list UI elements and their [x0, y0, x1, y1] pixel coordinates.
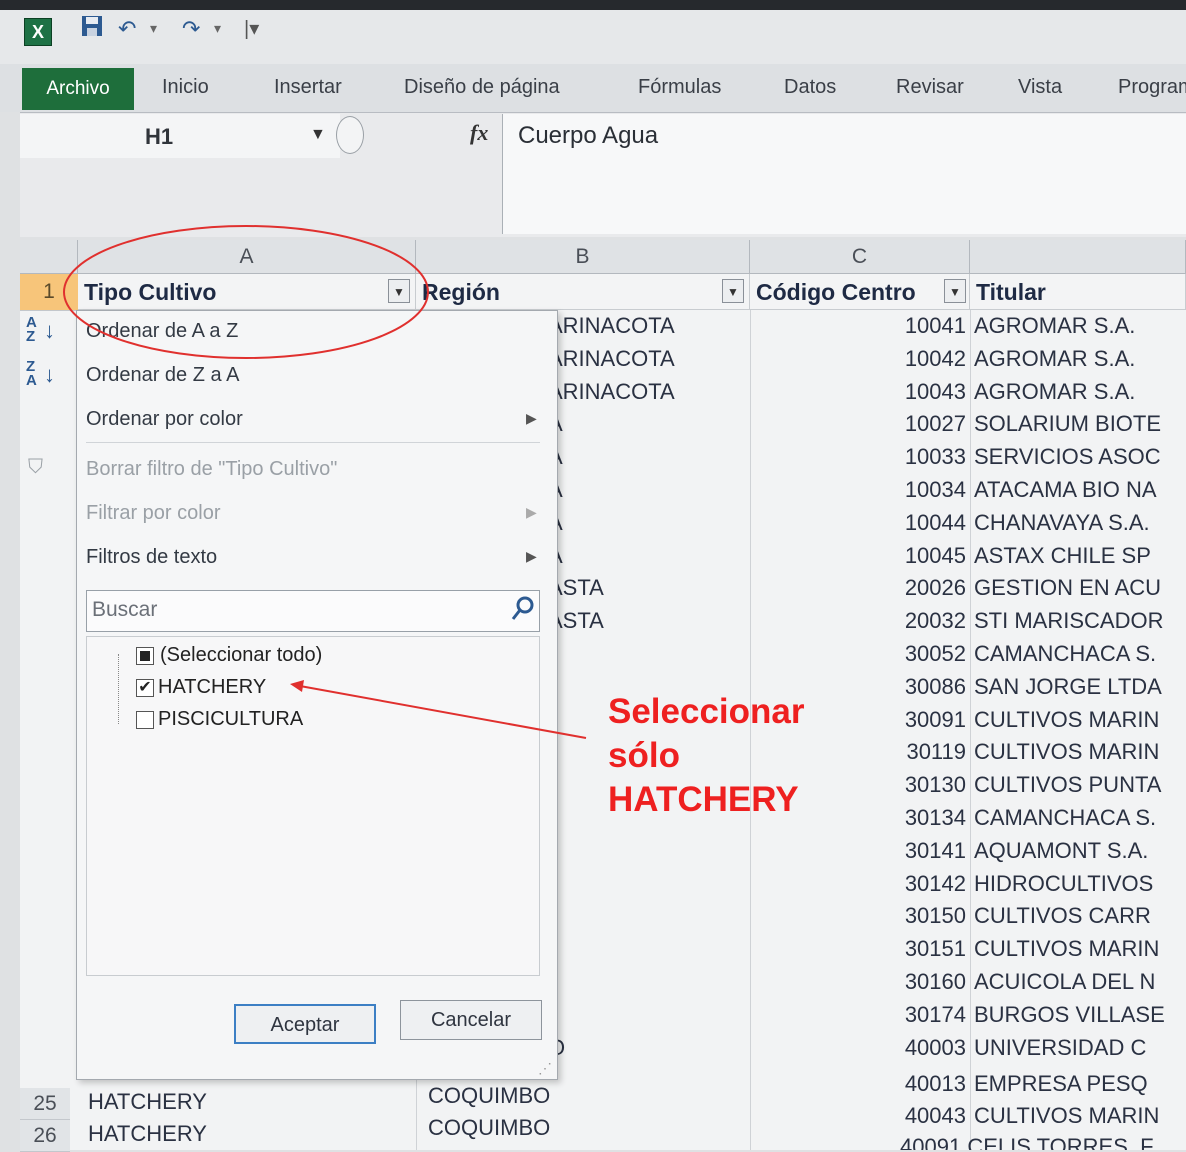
annotation-overlay	[63, 225, 587, 739]
red-arrowhead	[290, 680, 304, 692]
annotation-line: HATCHERY	[608, 780, 799, 819]
annotation-text: Seleccionar sólo HATCHERY	[608, 690, 805, 822]
red-ellipse	[63, 225, 429, 359]
annotation-line: Seleccionar	[608, 692, 805, 731]
annotation-line: sólo	[608, 736, 680, 775]
red-arrow-line	[299, 685, 587, 739]
